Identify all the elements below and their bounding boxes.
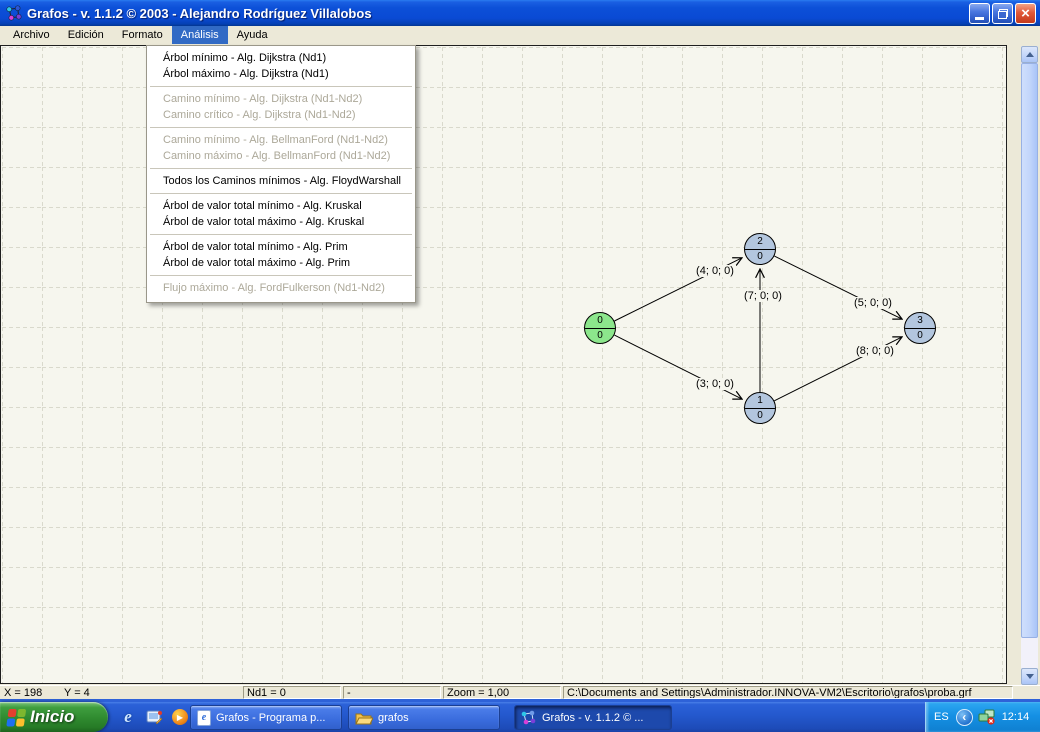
internet-explorer-icon[interactable]: e xyxy=(118,707,138,727)
edge-label-0-1: (3; 0; 0) xyxy=(694,378,736,390)
menu-archivo[interactable]: Archivo xyxy=(4,26,59,44)
title-bar: Grafos - v. 1.1.2 © 2003 - Alejandro Rod… xyxy=(0,0,1040,26)
graph-node-2[interactable]: 2 0 xyxy=(744,233,776,265)
folder-icon xyxy=(355,711,373,725)
status-nd2: - xyxy=(343,686,441,699)
graph-node-0[interactable]: 0 0 xyxy=(584,312,616,344)
grafos-app-icon xyxy=(521,710,537,726)
status-bar: X = 198 Y = 4 Nd1 = 0 - Zoom = 1,00 C:\D… xyxy=(0,685,1040,699)
menu-item-arbol-maximo-kruskal[interactable]: Árbol de valor total máximo - Alg. Krusk… xyxy=(148,214,414,230)
scroll-down-button[interactable] xyxy=(1021,668,1038,685)
edge-label-1-3: (8; 0; 0) xyxy=(854,345,896,357)
html-document-icon: e xyxy=(197,710,211,726)
edge-label-2-3: (5; 0; 0) xyxy=(852,297,894,309)
taskbar-button-label: Grafos - v. 1.1.2 © ... xyxy=(542,712,643,724)
scrollbar-thumb[interactable] xyxy=(1021,63,1038,638)
desktop-screen: Grafos - v. 1.1.2 © 2003 - Alejandro Rod… xyxy=(0,0,1040,732)
node-id: 2 xyxy=(745,234,775,249)
menu-separator xyxy=(150,127,412,128)
menu-bar: Archivo Edición Formato Análisis Ayuda xyxy=(0,26,1040,44)
menu-item-todos-caminos-floydwarshall[interactable]: Todos los Caminos mínimos - Alg. FloydWa… xyxy=(148,173,414,189)
taskbar-button-grafos-app[interactable]: Grafos - v. 1.1.2 © ... xyxy=(514,705,672,730)
vertical-scrollbar[interactable] xyxy=(1021,46,1038,685)
restore-button[interactable] xyxy=(992,3,1013,24)
start-button[interactable]: Inicio xyxy=(0,702,108,732)
clock[interactable]: 12:14 xyxy=(1002,711,1030,723)
minimize-icon xyxy=(975,17,984,20)
menu-item-camino-maximo-bellmanford: Camino máximo - Alg. BellmanFord (Nd1-Nd… xyxy=(148,148,414,164)
menu-item-arbol-minimo-prim[interactable]: Árbol de valor total mínimo - Alg. Prim xyxy=(148,239,414,255)
close-icon: × xyxy=(1021,6,1030,21)
edge-label-0-2: (4; 0; 0) xyxy=(694,265,736,277)
windows-logo-icon xyxy=(6,707,26,727)
system-tray: ES ‹ 12:14 xyxy=(925,702,1040,732)
status-zoom: Zoom = 1,00 xyxy=(443,686,561,699)
window-title: Grafos - v. 1.1.2 © 2003 - Alejandro Rod… xyxy=(27,6,372,21)
scroll-up-button[interactable] xyxy=(1021,46,1038,63)
menu-item-camino-minimo-dijkstra: Camino mínimo - Alg. Dijkstra (Nd1-Nd2) xyxy=(148,91,414,107)
graph-node-1[interactable]: 1 0 xyxy=(744,392,776,424)
status-file-path: C:\Documents and Settings\Administrador.… xyxy=(563,686,1013,699)
arrow-up-icon xyxy=(1026,52,1034,57)
close-button[interactable]: × xyxy=(1015,3,1036,24)
menu-item-arbol-maximo-prim[interactable]: Árbol de valor total máximo - Alg. Prim xyxy=(148,255,414,271)
menu-formato[interactable]: Formato xyxy=(113,26,172,44)
menu-analisis[interactable]: Análisis xyxy=(172,26,228,44)
taskbar-button-grafos-folder[interactable]: grafos xyxy=(348,705,500,730)
network-disconnected-icon[interactable] xyxy=(978,709,996,725)
grafos-app-icon xyxy=(6,5,23,22)
start-button-label: Inicio xyxy=(30,707,74,727)
edge-label-1-2: (7; 0; 0) xyxy=(742,290,784,302)
menu-separator xyxy=(150,275,412,276)
taskbar: Inicio e ▶ e Grafos - Programa p... xyxy=(0,702,1040,732)
analysis-dropdown-menu: Árbol mínimo - Alg. Dijkstra (Nd1) Árbol… xyxy=(146,45,416,303)
menu-item-camino-critico-dijkstra: Camino crítico - Alg. Dijkstra (Nd1-Nd2) xyxy=(148,107,414,123)
menu-separator xyxy=(150,168,412,169)
node-id: 1 xyxy=(745,393,775,408)
hide-icons-chevron[interactable]: ‹ xyxy=(956,709,973,726)
media-player-icon[interactable]: ▶ xyxy=(170,707,190,727)
node-id: 0 xyxy=(585,313,615,328)
menu-item-arbol-maximo-dijkstra[interactable]: Árbol máximo - Alg. Dijkstra (Nd1) xyxy=(148,66,414,82)
status-x-coordinate: X = 198 xyxy=(4,687,42,699)
menu-ayuda[interactable]: Ayuda xyxy=(228,26,277,44)
restore-icon xyxy=(998,9,1008,19)
menu-item-arbol-minimo-dijkstra[interactable]: Árbol mínimo - Alg. Dijkstra (Nd1) xyxy=(148,50,414,66)
status-nd1: Nd1 = 0 xyxy=(243,686,341,699)
language-indicator[interactable]: ES xyxy=(934,711,949,723)
taskbar-button-grafos-web[interactable]: e Grafos - Programa p... xyxy=(190,705,342,730)
taskbar-button-label: Grafos - Programa p... xyxy=(216,712,325,724)
menu-edicion[interactable]: Edición xyxy=(59,26,113,44)
menu-separator xyxy=(150,86,412,87)
status-y-coordinate: Y = 4 xyxy=(64,687,90,699)
taskbar-button-label: grafos xyxy=(378,712,409,724)
menu-separator xyxy=(150,193,412,194)
show-desktop-icon[interactable] xyxy=(144,707,164,727)
menu-item-flujo-maximo-fordfulkerson: Flujo máximo - Alg. FordFulkerson (Nd1-N… xyxy=(148,280,414,296)
graph-node-3[interactable]: 3 0 xyxy=(904,312,936,344)
menu-separator xyxy=(150,234,412,235)
node-id: 3 xyxy=(905,313,935,328)
minimize-button[interactable] xyxy=(969,3,990,24)
arrow-down-icon xyxy=(1026,674,1034,679)
menu-item-arbol-minimo-kruskal[interactable]: Árbol de valor total mínimo - Alg. Krusk… xyxy=(148,198,414,214)
menu-item-camino-minimo-bellmanford: Camino mínimo - Alg. BellmanFord (Nd1-Nd… xyxy=(148,132,414,148)
